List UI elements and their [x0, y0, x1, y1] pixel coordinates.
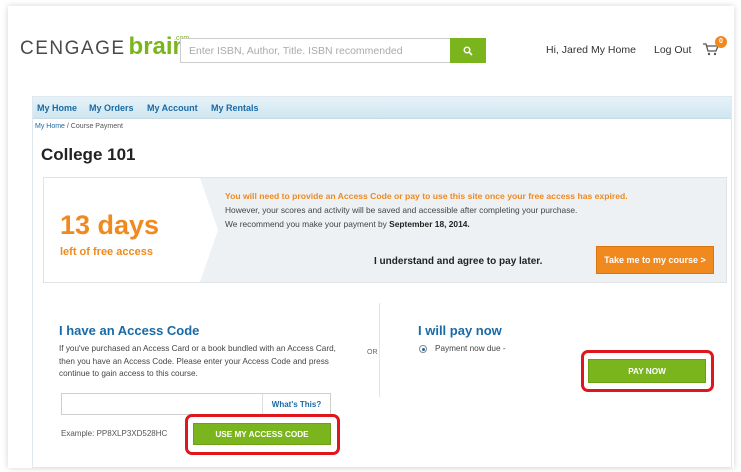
- days-remaining-count: 13 days: [60, 210, 160, 240]
- account-nav-bar: My Home My Orders My Account My Rentals: [33, 97, 731, 119]
- browser-page: CENGAGE brain.com Hi, Jared My Home Log …: [8, 6, 734, 468]
- payment-due-date: September 18, 2014.: [389, 219, 470, 229]
- pay-now-button[interactable]: PAY NOW: [588, 359, 706, 383]
- logo-brain-text: brain.com: [129, 35, 190, 59]
- breadcrumb-current: Course Payment: [70, 123, 123, 130]
- access-code-example: Example: PP8XLP3XD528HC: [61, 429, 168, 438]
- logo-cengage-text: CENGAGE: [20, 38, 126, 59]
- access-code-description: If you've purchased an Access Card or a …: [59, 344, 336, 378]
- take-me-to-course-button[interactable]: Take me to my course >: [596, 246, 714, 274]
- cart-count-badge: 0: [715, 36, 727, 48]
- search-box: [180, 38, 486, 63]
- free-access-notice: 13 days left of free access You will nee…: [43, 177, 727, 283]
- payment-now-radio[interactable]: [419, 345, 427, 353]
- use-access-code-button[interactable]: USE MY ACCESS CODE: [193, 423, 331, 445]
- nav-my-orders[interactable]: My Orders: [89, 103, 134, 113]
- course-payment-panel: My Home My Orders My Account My Rentals …: [32, 96, 732, 468]
- access-code-input[interactable]: [62, 394, 258, 414]
- payment-recommendation-text: We recommend you make your payment by Se…: [225, 219, 470, 229]
- nav-my-account[interactable]: My Account: [147, 103, 198, 113]
- nav-my-rentals[interactable]: My Rentals: [211, 103, 259, 113]
- agree-pay-later-text: I understand and agree to pay later.: [374, 256, 543, 267]
- log-out-link[interactable]: Log Out: [654, 44, 691, 56]
- breadcrumb-home-link[interactable]: My Home: [35, 123, 65, 130]
- user-greeting: Hi, Jared: [546, 44, 589, 56]
- payment-now-due-label: Payment now due -: [435, 344, 506, 353]
- access-code-heading: I have an Access Code: [59, 323, 200, 338]
- access-code-field: What's This?: [61, 393, 331, 415]
- days-remaining-box: 13 days left of free access: [44, 178, 200, 282]
- access-warning-text: You will need to provide an Access Code …: [225, 191, 628, 201]
- or-label: OR: [367, 349, 378, 356]
- days-remaining-label: left of free access: [60, 246, 153, 258]
- page-title: College 101: [41, 145, 136, 164]
- section-divider: [379, 303, 380, 397]
- whats-this-link[interactable]: What's This?: [262, 394, 330, 414]
- days-box-arrow: [200, 178, 218, 282]
- search-input[interactable]: [181, 39, 449, 62]
- nav-my-home[interactable]: My Home: [37, 103, 77, 113]
- cengagebrain-logo[interactable]: CENGAGE brain.com: [20, 32, 190, 59]
- search-button[interactable]: [450, 38, 486, 63]
- search-icon: [463, 46, 473, 56]
- pay-now-heading: I will pay now: [418, 323, 502, 338]
- header-my-home-link[interactable]: My Home: [591, 44, 636, 56]
- scores-saved-text: However, your scores and activity will b…: [225, 205, 578, 215]
- breadcrumb: My Home / Course Payment: [35, 123, 123, 130]
